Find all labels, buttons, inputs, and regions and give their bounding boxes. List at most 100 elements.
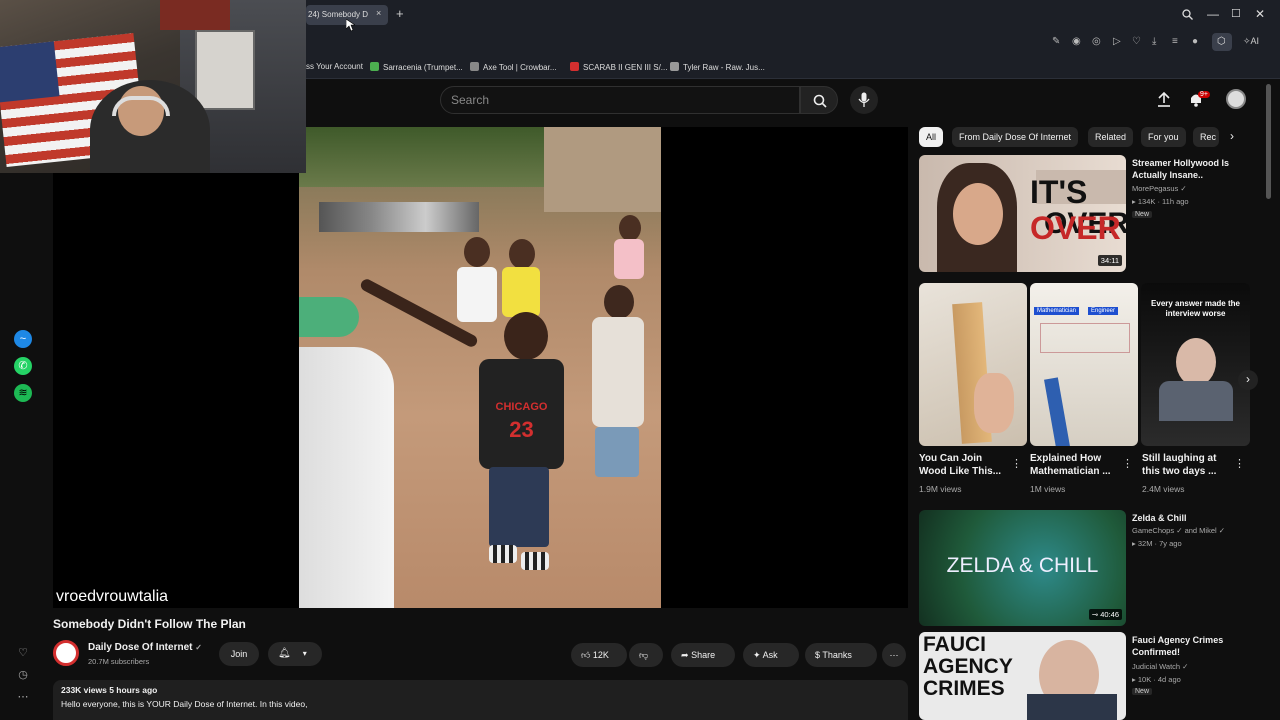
subscription-bell-button[interactable]: 🔔︎ ▾ [268,642,322,666]
video-thumbnail[interactable]: FAUCI AGENCY CRIMES [919,632,1126,720]
video-thumbnail[interactable]: ZELDA & CHILL ⊸ 40:46 [919,510,1126,626]
short-title[interactable]: You Can Join Wood Like This... [919,452,1011,478]
ai-button[interactable]: ✧AI [1243,36,1259,47]
chip-from-channel[interactable]: From Daily Dose Of Internet [952,127,1079,147]
minimize-icon[interactable]: — [1207,7,1219,21]
bookmark-favicon [470,62,479,71]
browser-search-icon[interactable] [1182,9,1193,20]
flag-canton [0,41,60,103]
short-thumbnail[interactable]: Every answer made the interview worse [1141,283,1250,446]
messenger-icon[interactable]: ~ [14,330,32,348]
new-tab-button[interactable]: + [396,6,404,21]
recommendation-meta: ▸ 134K · 11h ago [1132,197,1189,206]
thanks-button[interactable]: $ Thanks [805,643,877,667]
ask-button[interactable]: ✦ Ask [743,643,799,667]
shorts-next-button[interactable]: › [1238,370,1258,390]
like-button[interactable]: 👍︎ 12K [571,643,627,667]
recommendation-title[interactable]: Streamer Hollywood Is Actually Insane.. [1132,157,1252,181]
video-duration: 34:11 [1097,255,1122,266]
jersey-text: CHICAGO [495,401,548,413]
search-box[interactable] [440,86,800,114]
thumbnail-overlay-text: Every answer made the interview worse [1151,299,1240,318]
verified-icon: ✓ [195,643,202,652]
thumbnail-text: FAUCI AGENCY CRIMES [923,633,1013,700]
bookmark-favicon [570,62,579,71]
girl-head [604,285,634,319]
search-button[interactable] [800,86,838,114]
video-frame[interactable]: CHICAGO 23 [299,127,661,608]
search-input[interactable]: Search [451,93,489,107]
vehicle-door [299,347,394,608]
notification-count-badge: 9+ [1198,91,1210,98]
chip-related[interactable]: Related [1088,127,1134,147]
more-vertical-icon[interactable]: ⋮ [1122,457,1133,470]
recommendation-channel[interactable]: MorePegasus ✓ [1132,184,1187,194]
thumbnail-label: Mathematician [1034,307,1080,315]
bookmark-item[interactable]: Sarracenia (Trumpet... [370,62,463,72]
bookmark-item[interactable]: Axe Tool | Crowbar... [470,62,557,72]
recommendation-channel[interactable]: Judicial Watch ✓ [1132,662,1188,672]
short-thumbnail[interactable]: Mathematician Engineer [1030,283,1138,446]
short-title[interactable]: Still laughing at this two days ... [1142,452,1234,478]
spotify-icon[interactable]: ≋ [14,384,32,402]
suit [1027,694,1117,720]
heart-icon[interactable]: ♡ [14,644,32,662]
channel-name[interactable]: Daily Dose Of Internet ✓ [88,642,202,653]
whatsapp-icon[interactable]: ✆ [14,357,32,375]
recommendation-title[interactable]: Zelda & Chill [1132,512,1252,524]
download-icon[interactable]: ⤓ [1152,36,1156,47]
more-icon[interactable]: ⋯ [14,688,32,706]
window-close-icon[interactable]: ✕ [1255,7,1265,21]
voice-search-button[interactable] [850,86,878,114]
boy-jersey: CHICAGO 23 [479,359,564,469]
jersey-number: 23 [509,417,534,442]
scrollbar[interactable] [1266,84,1271,199]
more-vertical-icon[interactable]: ⋮ [1011,457,1022,470]
dislike-button[interactable]: 👎︎ [629,643,663,667]
short-title[interactable]: Explained How Mathematician ... [1030,452,1122,478]
child-head [619,215,641,241]
maximize-icon[interactable]: ☐ [1231,7,1241,20]
child-dress [614,239,644,279]
thumbnail-text-over: IT'S OVER [1030,174,1121,246]
chip-for-you[interactable]: For you [1141,127,1186,147]
channel-avatar[interactable] [53,640,79,666]
chip-all[interactable]: All [919,127,944,147]
recommendation-title[interactable]: Fauci Agency Crimes Confirmed! [1132,634,1252,658]
subscriber-count: 20.7M subscribers [88,657,150,666]
child-head [509,239,535,269]
bookmark-item[interactable]: ss Your Account [306,62,363,71]
tab-close-icon[interactable]: × [376,8,381,18]
heart-icon[interactable]: ♡ [1132,36,1141,47]
shield-icon[interactable]: ◎ [1092,36,1101,47]
chevron-right-icon[interactable]: › [1230,129,1234,143]
search-icon [813,94,827,108]
short-views: 1M views [1030,484,1066,494]
bookmark-item[interactable]: Tyler Raw - Raw. Jus... [670,62,765,72]
bookmark-item[interactable]: SCARAB II GEN III S/... [570,62,667,72]
camera-icon[interactable]: ◉ [1072,36,1081,47]
history-icon[interactable]: ◷ [14,666,32,684]
sketch [1040,323,1130,353]
share-button[interactable]: ➦ Share [671,643,735,667]
short-thumbnail[interactable] [919,283,1027,446]
menu-icon[interactable]: ≡ [1172,36,1178,47]
account-avatar[interactable] [1226,89,1246,109]
tab-title: 24) Somebody D [308,10,369,19]
bookmark-favicon [670,62,679,71]
join-button[interactable]: Join [219,642,259,666]
child-shirt-yellow [502,267,540,317]
recommendation-channel[interactable]: GameChops ✓ and Mikel ✓ [1132,526,1225,536]
upload-icon[interactable] [1157,91,1171,107]
edit-icon[interactable]: ✎ [1052,36,1060,47]
chevron-down-icon: ▾ [302,649,307,658]
chip-recent[interactable]: Rec [1193,127,1219,147]
play-icon[interactable]: ▷ [1113,36,1121,47]
more-actions-button[interactable]: ⋯ [882,643,906,667]
headphones [112,96,170,116]
child-head [464,237,490,267]
bell-icon: 🔔︎ [278,648,291,659]
profile-icon[interactable]: ● [1192,36,1198,47]
more-vertical-icon[interactable]: ⋮ [1234,457,1245,470]
sparkle-icon: ✦ [753,650,761,660]
